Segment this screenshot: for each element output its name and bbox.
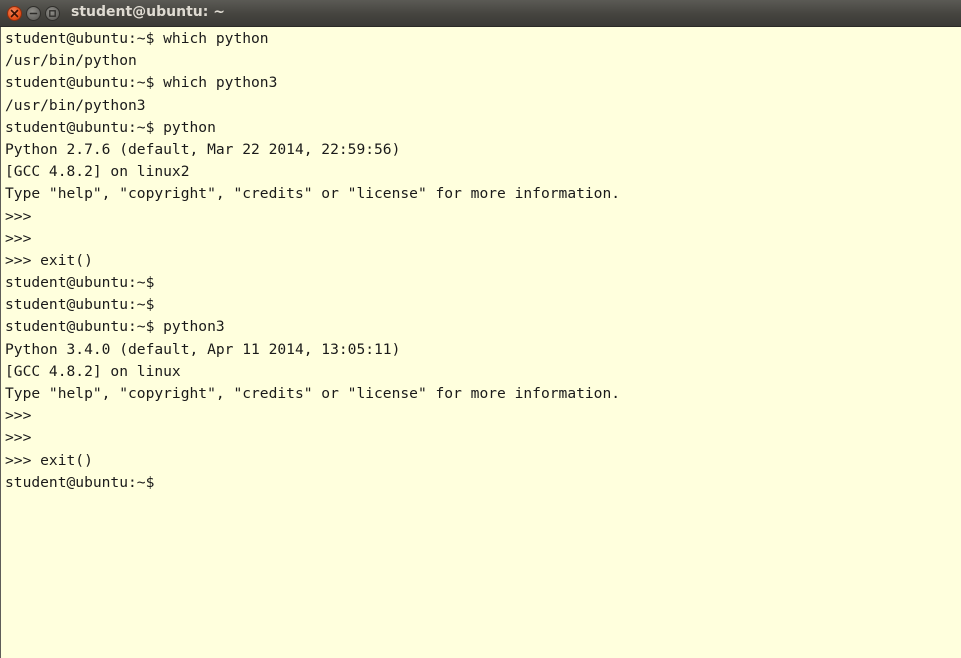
terminal-line: >>> — [5, 407, 32, 425]
terminal-line: [GCC 4.8.2] on linux — [5, 362, 181, 380]
terminal-line: >>> — [5, 207, 32, 225]
terminal-line: student@ubuntu:~$ python3 — [5, 318, 225, 336]
window-title: student@ubuntu: ~ — [71, 4, 225, 20]
terminal-line: student@ubuntu:~$ — [5, 296, 155, 314]
terminal-line: Type "help", "copyright", "credits" or "… — [5, 385, 621, 402]
terminal-line: >>> exit() — [5, 251, 93, 269]
terminal-line: Python 2.7.6 (default, Mar 22 2014, 22:5… — [5, 140, 401, 158]
terminal-line: >>> exit() — [5, 451, 93, 469]
window-titlebar[interactable]: student@ubuntu: ~ — [0, 0, 961, 27]
terminal-line: Python 3.4.0 (default, Apr 11 2014, 13:0… — [5, 340, 401, 358]
terminal-line: >>> — [5, 429, 32, 447]
terminal-lines: student@ubuntu:~$ which python/usr/bin/p… — [5, 28, 620, 494]
terminal-line: student@ubuntu:~$ which python — [5, 30, 269, 47]
terminal-line: /usr/bin/python3 — [5, 96, 146, 114]
terminal-line: /usr/bin/python — [5, 52, 137, 70]
terminal-line: [GCC 4.8.2] on linux2 — [5, 163, 190, 181]
maximize-icon[interactable] — [45, 6, 60, 21]
minimize-icon[interactable] — [26, 6, 41, 21]
terminal-line: Type "help", "copyright", "credits" or "… — [5, 185, 621, 203]
terminal-line: student@ubuntu:~$ — [5, 473, 155, 491]
terminal-line: student@ubuntu:~$ python — [5, 118, 216, 136]
close-icon[interactable] — [7, 6, 22, 21]
terminal-output[interactable]: student@ubuntu:~$ which python/usr/bin/p… — [0, 27, 961, 658]
terminal-line: student@ubuntu:~$ which python3 — [5, 74, 278, 92]
terminal-line: >>> — [5, 229, 32, 247]
terminal-window: student@ubuntu: ~ student@ubuntu:~$ whic… — [0, 0, 961, 658]
terminal-line: student@ubuntu:~$ — [5, 274, 155, 292]
